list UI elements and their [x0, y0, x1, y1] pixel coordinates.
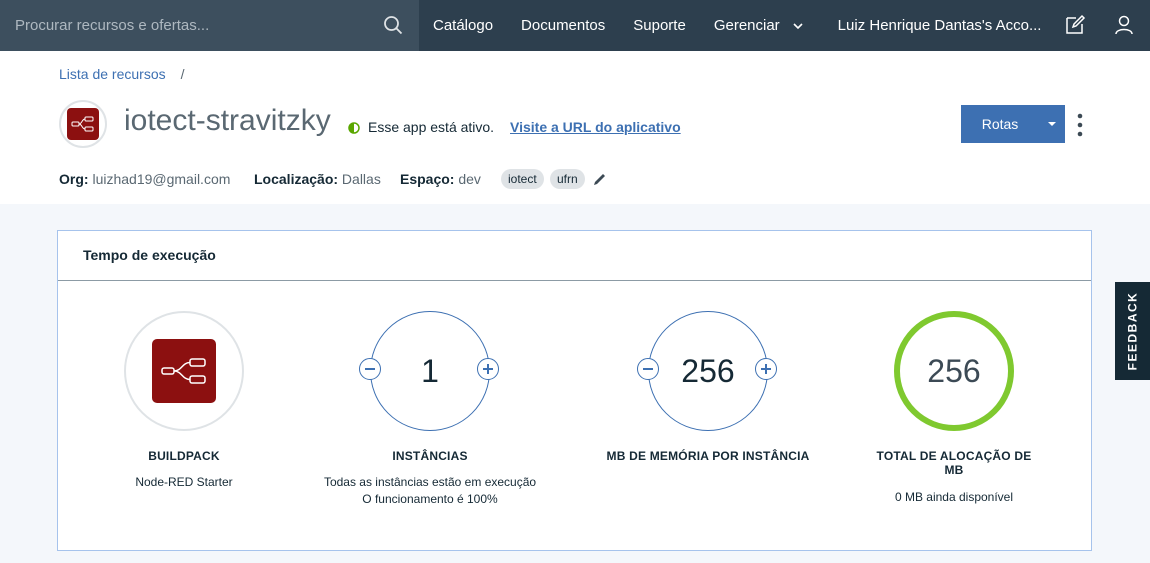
runtime-card: Tempo de execução BUILDPACK Node-RED Sta… [57, 230, 1092, 551]
location-value: Dallas [341, 171, 381, 187]
nav-catalog[interactable]: Catálogo [419, 0, 507, 51]
status-running-icon [348, 122, 360, 134]
app-header: Lista de recursos / iotect-stravitzky Ess… [0, 51, 1150, 204]
instances-label: INSTÂNCIAS [392, 449, 468, 463]
feedback-tab[interactable]: FEEDBACK [1115, 282, 1150, 380]
org-info: Org: luizhad19@gmail.com [59, 171, 230, 187]
increment-instances-button[interactable] [477, 358, 499, 380]
search-bar [0, 0, 419, 51]
routes-button-label: Rotas [981, 116, 1019, 132]
breadcrumb-resource-list[interactable]: Lista de recursos [59, 66, 166, 82]
total-allocation-value: 256 [927, 352, 981, 389]
edit-icon[interactable] [1064, 14, 1086, 36]
instances-circle: 1 [370, 311, 490, 431]
node-red-icon [67, 108, 99, 140]
status-text: Esse app está ativo. [368, 119, 495, 135]
app-avatar [59, 100, 107, 148]
total-allocation-circle: 256 [894, 311, 1014, 431]
buildpack-circle [124, 311, 244, 431]
instances-status-line2: O funcionamento é 100% [362, 492, 498, 506]
space-label: Espaço: [400, 171, 455, 187]
nav-support[interactable]: Suporte [619, 0, 700, 51]
account-menu[interactable]: Luiz Henrique Dantas's Acco... [818, 0, 1052, 51]
instances-status-line1: Todas as instâncias estão em execução [323, 475, 537, 489]
increment-memory-button[interactable] [755, 358, 777, 380]
instances-status: Todas as instâncias estão em execução O … [310, 474, 550, 508]
edit-tags-icon[interactable] [593, 172, 607, 186]
nav-manage-label: Gerenciar [713, 17, 780, 34]
memory-value: 256 [681, 352, 735, 389]
nav-docs[interactable]: Documentos [507, 0, 619, 51]
decrement-memory-button[interactable] [637, 358, 659, 380]
routes-button[interactable]: Rotas [961, 105, 1065, 143]
total-allocation-available: 0 MB ainda disponível [894, 490, 1014, 504]
tag-ufrn: ufrn [550, 169, 585, 189]
top-navigation: Catálogo Documentos Suporte Gerenciar Lu… [0, 0, 1150, 51]
caret-down-icon[interactable] [1039, 121, 1065, 127]
search-input[interactable] [0, 0, 370, 51]
app-name: iotect-stravitzky [124, 104, 331, 137]
memory-label: MB DE MEMÓRIA POR INSTÂNCIA [606, 449, 810, 463]
feedback-label: FEEDBACK [1125, 291, 1140, 371]
divider [58, 280, 1091, 281]
user-icon[interactable] [1113, 14, 1135, 36]
total-allocation-label: TOTAL DE ALOCAÇÃO DE MB [876, 449, 1032, 477]
instances-value: 1 [421, 352, 439, 389]
breadcrumb: Lista de recursos / [59, 66, 185, 82]
org-label: Org: [59, 171, 89, 187]
search-icon[interactable] [383, 15, 403, 35]
decrement-instances-button[interactable] [359, 358, 381, 380]
nav-manage[interactable]: Gerenciar [700, 0, 818, 51]
node-red-icon [152, 339, 216, 403]
location-info: Localização: Dallas [254, 171, 381, 187]
space-value: dev [458, 171, 481, 187]
space-info: Espaço: dev [400, 171, 481, 187]
buildpack-label: BUILDPACK [148, 449, 220, 463]
location-label: Localização: [254, 171, 339, 187]
breadcrumb-separator: / [180, 66, 185, 82]
visit-app-url-link[interactable]: Visite a URL do aplicativo [510, 119, 681, 135]
tag-iotect: iotect [501, 169, 544, 189]
buildpack-value: Node-RED Starter [135, 475, 233, 489]
overflow-menu-icon[interactable] [1072, 112, 1088, 138]
card-title: Tempo de execução [83, 247, 216, 263]
chevron-down-icon [793, 23, 803, 30]
org-value: luizhad19@gmail.com [92, 171, 231, 187]
memory-circle: 256 [648, 311, 768, 431]
